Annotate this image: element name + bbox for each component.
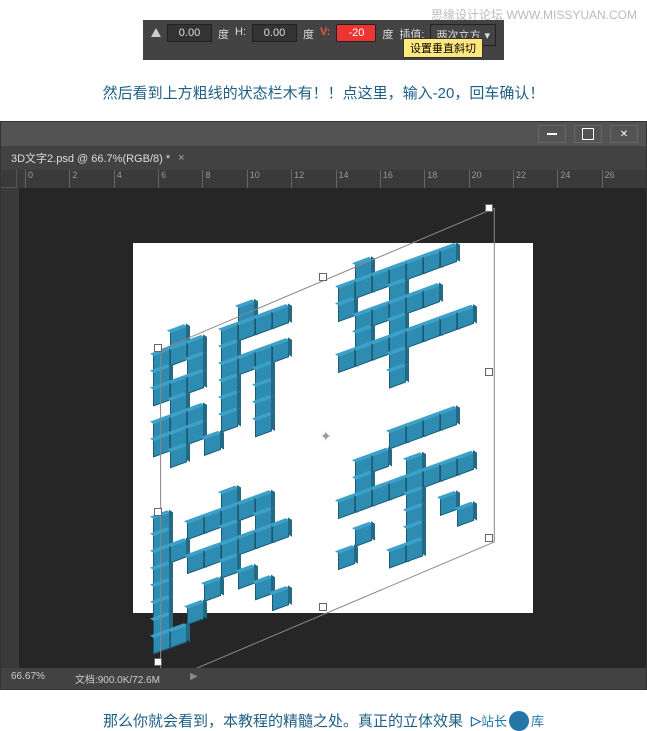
- ruler-origin[interactable]: [1, 170, 17, 188]
- canvas-area: ✦: [1, 188, 646, 668]
- transform-handle[interactable]: [485, 368, 493, 376]
- footer-logo: ▷ 站长 库: [471, 711, 544, 731]
- maximize-button[interactable]: [574, 125, 602, 143]
- close-button[interactable]: [610, 125, 638, 143]
- ruler-mark: 14: [336, 170, 380, 188]
- titlebar: [1, 122, 646, 146]
- bottom-caption: 那么你就会看到，本教程的精髓之处。真正的立体效果: [103, 710, 463, 731]
- transform-handle[interactable]: [154, 344, 162, 352]
- options-bar: 0.00 度 H: 0.00 度 V: -20 度 插值: 两次立方 ▾ 设置垂…: [143, 20, 504, 60]
- ruler-mark: 18: [424, 170, 468, 188]
- chevron-down-icon: ▾: [484, 29, 490, 42]
- v-skew-field[interactable]: -20: [336, 24, 376, 42]
- document-tabbar: 3D文字2.psd @ 66.7%(RGB/8) * ×: [1, 146, 646, 170]
- logo-text-post: 库: [531, 711, 544, 730]
- unit-label: 度: [382, 24, 393, 44]
- document-tab[interactable]: 3D文字2.psd @ 66.7%(RGB/8) * ×: [11, 150, 636, 166]
- ruler-mark: 6: [158, 170, 202, 188]
- logo-text-pre: 站长: [481, 711, 507, 730]
- transform-handle[interactable]: [485, 204, 493, 212]
- h-skew-field[interactable]: 0.00: [252, 24, 297, 42]
- transform-handle[interactable]: [319, 273, 327, 281]
- h-label: H:: [235, 24, 246, 40]
- vertical-ruler[interactable]: [1, 188, 19, 668]
- logo-icon: [509, 711, 529, 731]
- canvas-work-area[interactable]: ✦: [19, 188, 646, 668]
- zoom-level[interactable]: 66.67%: [11, 671, 45, 686]
- ruler-mark: 20: [469, 170, 513, 188]
- instruction-text-1: 然后看到上方粗线的状态栏木有！！点这里，输入-20，回车确认！: [0, 82, 647, 103]
- ruler-mark: 2: [69, 170, 113, 188]
- ruler-mark: 24: [557, 170, 601, 188]
- ruler-mark: 10: [247, 170, 291, 188]
- ruler-mark: 22: [513, 170, 557, 188]
- ruler-mark: 12: [291, 170, 335, 188]
- ruler-mark: 0: [25, 170, 69, 188]
- ruler-mark: 8: [202, 170, 246, 188]
- unit-label: 度: [303, 24, 314, 44]
- unit-label: 度: [218, 24, 229, 44]
- transform-handle[interactable]: [319, 603, 327, 611]
- ruler-mark: 4: [114, 170, 158, 188]
- app-window: 3D文字2.psd @ 66.7%(RGB/8) * × 02468101214…: [0, 121, 647, 690]
- instruction-text-2: 那么你就会看到，本教程的精髓之处。真正的立体效果 ▷ 站长 库: [0, 710, 647, 731]
- doc-size: 文档:900.0K/72.6M: [75, 671, 160, 686]
- ruler-mark: 26: [602, 170, 646, 188]
- rotate-field[interactable]: 0.00: [167, 24, 212, 42]
- ruler-mark: 16: [380, 170, 424, 188]
- minimize-button[interactable]: [538, 125, 566, 143]
- transform-handle[interactable]: [485, 534, 493, 542]
- transform-bounding-box[interactable]: [19, 188, 646, 668]
- status-arrow-icon[interactable]: ▶: [190, 671, 198, 686]
- tab-title: 3D文字2.psd @ 66.7%(RGB/8) *: [11, 150, 170, 166]
- status-bar: 66.67% 文档:900.0K/72.6M ▶: [1, 668, 646, 689]
- close-tab-icon[interactable]: ×: [178, 152, 184, 164]
- horizontal-ruler[interactable]: 02468101214161820222426: [1, 170, 646, 188]
- transform-handle[interactable]: [154, 658, 162, 666]
- transform-handle[interactable]: [154, 508, 162, 516]
- reference-point-icon[interactable]: [151, 28, 161, 37]
- tooltip: 设置垂直斜切: [403, 38, 483, 58]
- v-label: V:: [320, 24, 330, 40]
